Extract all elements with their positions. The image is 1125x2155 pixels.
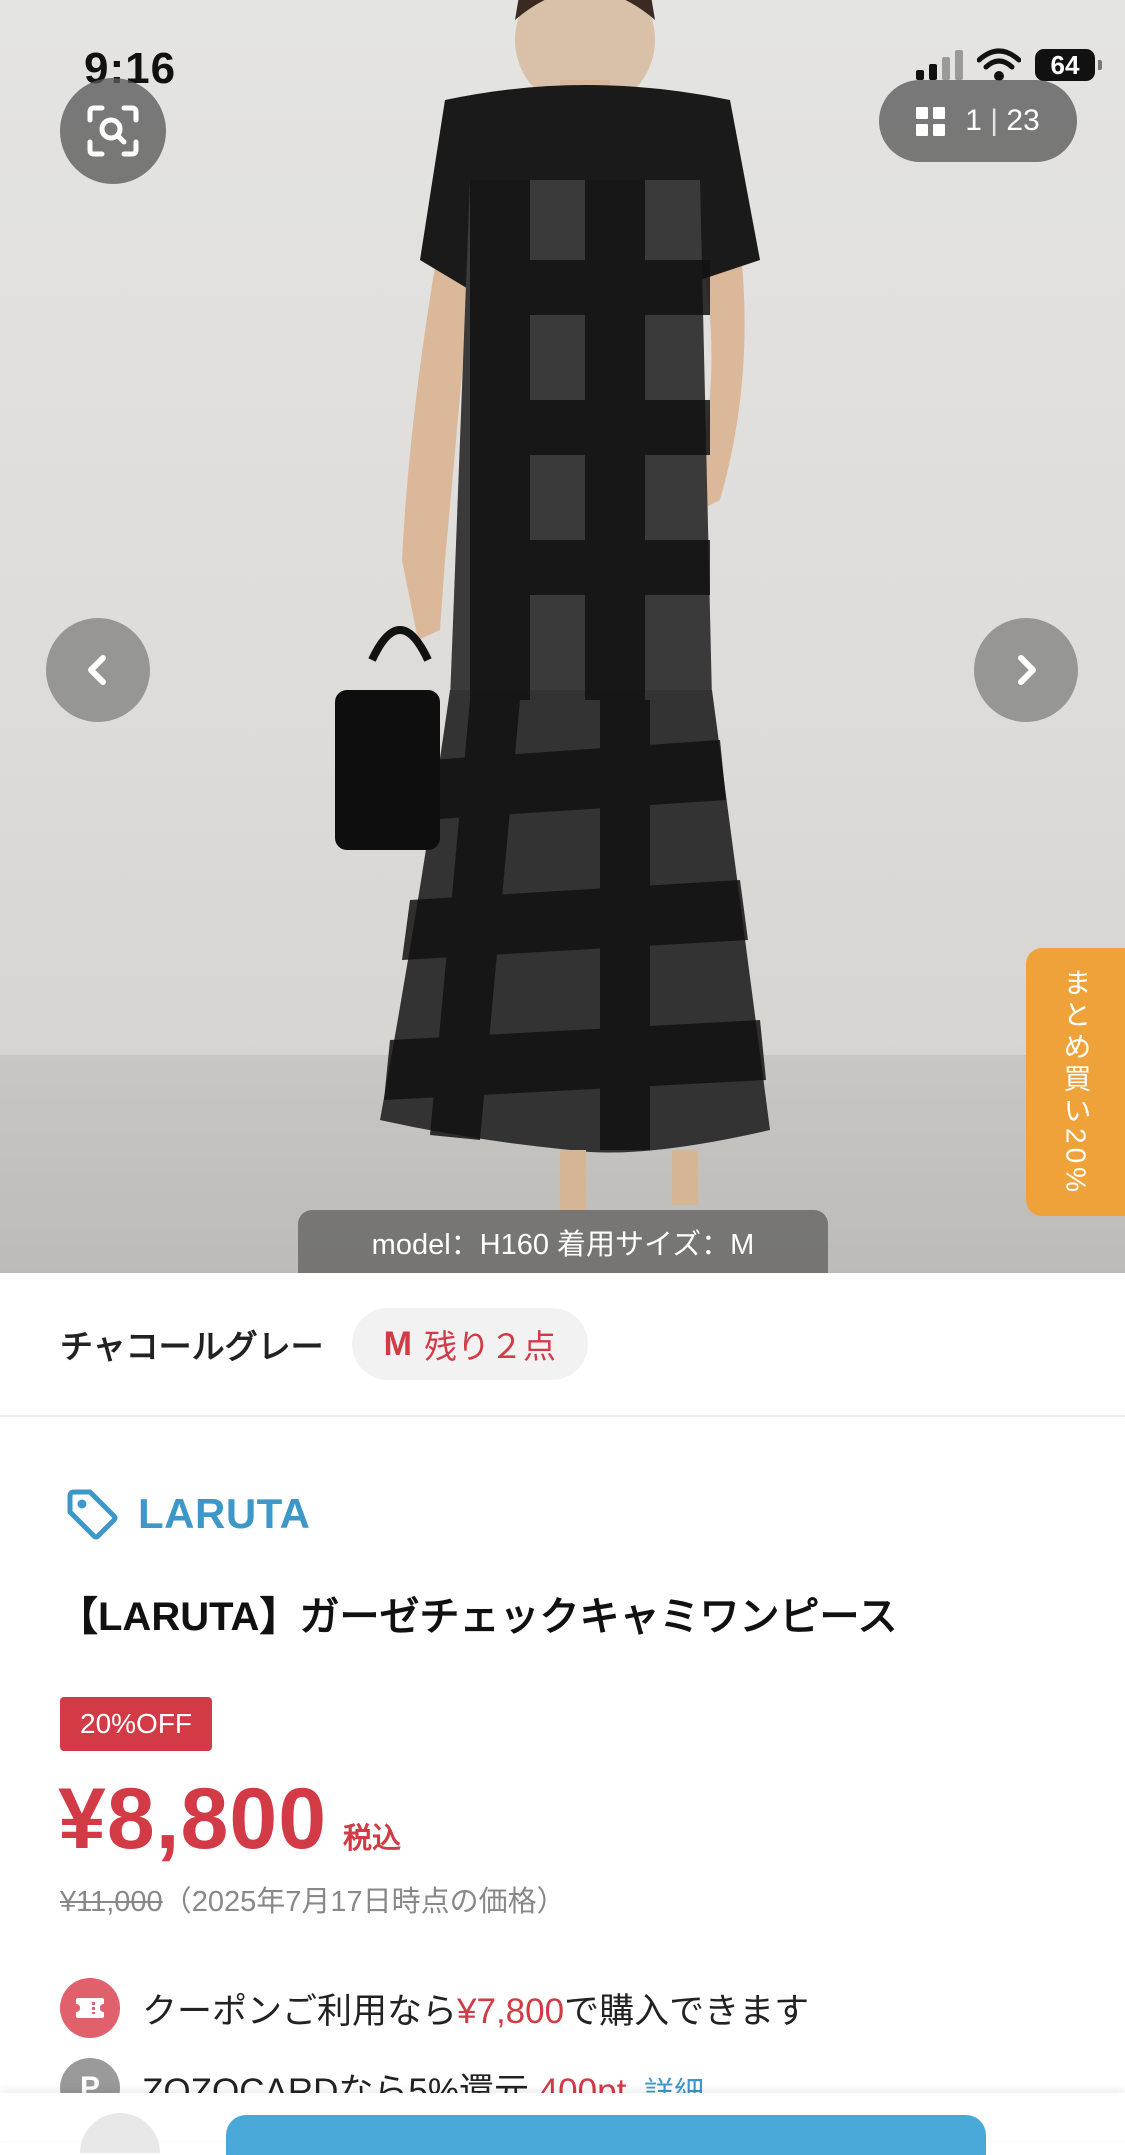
model-caption: model：H160 着用サイズ：M (298, 1210, 828, 1273)
original-price-row: ¥11,000（2025年7月17日時点の価格） (60, 1878, 566, 1920)
product-image[interactable]: 9:16 64 1 | 23 まとめ買い20% model：H160 着用サイズ… (0, 0, 1125, 1273)
favorite-button[interactable] (80, 2113, 160, 2153)
bottom-action-bar (0, 2093, 1125, 2155)
image-counter-button[interactable]: 1 | 23 (879, 80, 1077, 162)
wifi-icon (977, 48, 1021, 81)
product-title: 【LARUTA】ガーゼチェックキャミワンピース (58, 1595, 898, 1639)
brand-link[interactable]: LARUTA (64, 1486, 311, 1542)
cellular-signal-icon (916, 50, 963, 80)
add-to-cart-button[interactable] (226, 2115, 986, 2155)
bulk-buy-label: まとめ買い20% (1060, 967, 1092, 1197)
grid-icon (916, 106, 946, 136)
bulk-buy-tab[interactable]: まとめ買い20% (1026, 948, 1125, 1216)
status-icons: 64 (916, 48, 1102, 82)
battery-indicator: 64 (1035, 49, 1102, 81)
size-stock-chip[interactable]: M 残り２点 (351, 1308, 588, 1380)
coupon-row[interactable]: クーポンご利用なら¥7,800で購入できます (60, 1978, 809, 2038)
tag-icon (67, 1489, 118, 1540)
coupon-text: クーポンご利用なら¥7,800で購入できます (142, 1991, 810, 2031)
size-label: M (383, 1324, 412, 1363)
previous-image-button[interactable] (46, 618, 150, 722)
brand-name: LARUTA (138, 1490, 311, 1537)
image-search-button[interactable] (60, 78, 166, 184)
sale-price: ¥8,800 (58, 1771, 328, 1867)
chevron-left-icon (88, 655, 106, 685)
image-counter: 1 | 23 (965, 104, 1040, 137)
model-photo (335, 0, 770, 1210)
image-search-icon (87, 105, 139, 157)
discount-badge: 20%OFF (60, 1697, 213, 1751)
variant-bar: チャコールグレー M 残り２点 (0, 1273, 1125, 1417)
coupon-ticket-icon (60, 1978, 120, 2038)
tax-label: 税込 (343, 1823, 402, 1855)
variant-color: チャコールグレー (60, 1328, 324, 1365)
stock-label: 残り２点 (424, 1328, 556, 1365)
coupon-price: ¥7,800 (457, 1991, 565, 2031)
next-image-button[interactable] (974, 618, 1078, 722)
original-price: ¥11,000 (60, 1886, 163, 1918)
original-price-note: （2025年7月17日時点の価格） (162, 1886, 566, 1918)
battery-level: 64 (1050, 49, 1080, 80)
chevron-right-icon (1018, 655, 1036, 685)
price-row: ¥8,800 税込 (58, 1770, 401, 1869)
